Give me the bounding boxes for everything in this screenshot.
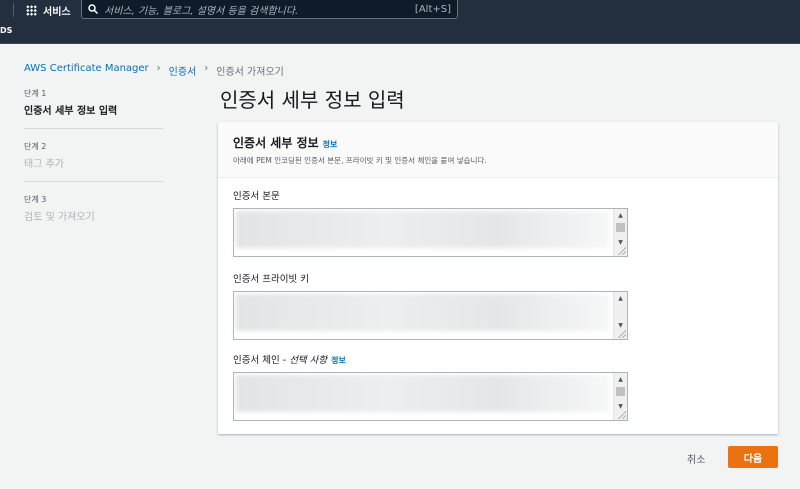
private-key-field: 인증서 프라이빗 키 ▲ ▼ [233,271,628,340]
breadcrumb: AWS Certificate Manager › 인증서 › 인증서 가져오기 [24,63,284,78]
info-link[interactable]: 정보 [323,140,338,149]
chevron-right-icon: › [156,63,161,74]
chevron-right-icon: › [204,63,209,74]
field-label: 인증서 본문 [233,191,280,202]
step-number: 단계 2 [24,142,47,151]
certificate-body-field: 인증서 본문 ▲ ▼ [233,188,628,257]
search-icon [88,4,98,14]
search-shortcut: [Alt+S] [414,3,451,15]
field-label: 인증서 프라이빗 키 [233,274,309,285]
info-link[interactable]: 정보 [331,356,346,365]
panel-title: 인증서 세부 정보 [233,136,319,150]
certificate-details-panel: 인증서 세부 정보 정보 아래에 PEM 인코딩된 인증서 본문, 프라이빗 키 … [218,122,778,434]
region-label[interactable]: DS [0,26,12,35]
field-label: 인증서 체인 - [233,355,290,366]
step-title: 검토 및 가져오기 [24,212,95,223]
private-key-textarea[interactable]: ▲ ▼ [233,291,628,340]
certificate-chain-textarea[interactable]: ▲ ▼ [233,372,628,421]
step-title: 인증서 세부 정보 입력 [24,106,118,117]
optional-label: 선택 사항 [289,355,328,366]
certificate-chain-field: 인증서 체인 - 선택 사항 정보 ▲ ▼ [233,352,628,421]
services-menu[interactable]: 서비스 [26,3,71,18]
step-1: 단계 1 인증서 세부 정보 입력 [24,88,163,129]
resize-handle[interactable] [618,330,626,338]
step-number: 단계 1 [24,89,47,98]
breadcrumb-certificates[interactable]: 인증서 [169,63,197,78]
next-button[interactable]: 다음 [728,446,778,468]
search-input[interactable]: 서비스, 기능, 블로그, 설명서 등을 검색합니다. [Alt+S] [81,0,458,19]
resize-handle[interactable] [618,411,626,419]
grid-icon [26,5,37,16]
cancel-button[interactable]: 취소 [687,451,705,466]
breadcrumb-current: 인증서 가져오기 [216,67,284,78]
page-title: 인증서 세부 정보 입력 [220,88,405,112]
step-2: 단계 2 태그 추가 [24,141,163,182]
step-number: 단계 3 [24,195,47,204]
step-3: 단계 3 검토 및 가져오기 [24,194,163,234]
step-title: 태그 추가 [24,159,64,170]
top-nav: 서비스 서비스, 기능, 블로그, 설명서 등을 검색합니다. [Alt+S] … [0,0,800,44]
services-label: 서비스 [43,7,71,18]
breadcrumb-acm[interactable]: AWS Certificate Manager [24,63,149,78]
search-placeholder: 서비스, 기능, 블로그, 설명서 등을 검색합니다. [104,5,299,17]
wizard-steps: 단계 1 인증서 세부 정보 입력 단계 2 태그 추가 단계 3 검토 및 가져오기 [24,88,163,246]
certificate-body-textarea[interactable]: ▲ ▼ [233,208,628,257]
panel-description: 아래에 PEM 인코딩된 인증서 본문, 프라이빗 키 및 인증서 체인을 붙여… [233,156,487,165]
divider [13,3,14,17]
resize-handle[interactable] [618,247,626,255]
